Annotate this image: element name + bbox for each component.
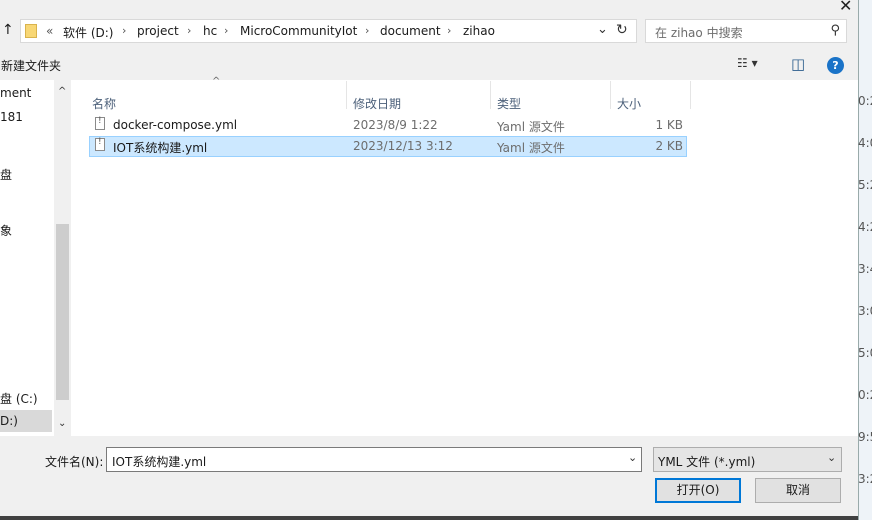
- folder-icon: [25, 24, 37, 38]
- background-time: 0:2: [858, 94, 872, 108]
- breadcrumb-zihao[interactable]: zihao: [463, 24, 495, 38]
- background-time: 4:2: [858, 220, 872, 234]
- breadcrumb-microcommunityiot[interactable]: MicroCommunityIot: [240, 24, 357, 38]
- filetype-value: YML 文件 (*.yml): [658, 455, 756, 469]
- breadcrumb-separator[interactable]: ›: [365, 24, 369, 37]
- nav-item-objects[interactable]: 象: [0, 222, 12, 239]
- background-time: 4:0: [858, 136, 872, 150]
- overflow-chevron-icon[interactable]: «: [46, 24, 53, 38]
- open-button[interactable]: 打开(O): [655, 478, 741, 503]
- file-size: 1 KB: [655, 118, 683, 132]
- breadcrumb-hc[interactable]: hc: [203, 24, 217, 38]
- file-modified: 2023/8/9 1:22: [353, 118, 438, 132]
- file-name: IOT系统构建.yml: [113, 141, 208, 155]
- filetype-dropdown-icon[interactable]: ⌄: [827, 451, 836, 464]
- column-divider[interactable]: [346, 81, 347, 109]
- nav-item-documents[interactable]: ment: [0, 86, 31, 100]
- preview-pane-icon[interactable]: ◫: [791, 55, 805, 73]
- file-open-dialog: ✕ ↑ « 软件 (D:) › project › hc › MicroComm…: [0, 0, 858, 516]
- new-folder-button[interactable]: 新建文件夹: [1, 57, 61, 74]
- nav-item-drive-c[interactable]: 盘 (C:): [0, 390, 38, 407]
- yaml-file-icon: [95, 116, 105, 130]
- background-time: 9:5: [858, 430, 872, 444]
- breadcrumb-document[interactable]: document: [380, 24, 441, 38]
- view-options-icon[interactable]: ☷ ▾: [737, 56, 758, 70]
- filename-value: IOT系统构建.yml: [112, 455, 207, 469]
- column-divider[interactable]: [490, 81, 491, 109]
- background-time: 5:2: [858, 178, 872, 192]
- breadcrumb-separator[interactable]: ›: [447, 24, 451, 37]
- column-header-size[interactable]: 大小: [617, 95, 641, 112]
- filename-label: 文件名(N):: [45, 455, 104, 469]
- background-window-edge: 0:2 4:0 5:2 4:2 3:4 3:0 5:0 0:2 9:5 3:2: [858, 0, 872, 520]
- cancel-button[interactable]: 取消: [755, 478, 841, 503]
- breadcrumb-separator[interactable]: ›: [122, 24, 126, 37]
- nav-item-disk[interactable]: 盘: [0, 166, 12, 183]
- column-divider[interactable]: [690, 81, 691, 109]
- search-icon[interactable]: ⚲: [830, 23, 840, 38]
- address-dropdown-icon[interactable]: ⌄: [597, 22, 608, 37]
- filetype-select[interactable]: YML 文件 (*.yml) ⌄: [653, 447, 842, 472]
- background-time: 3:0: [858, 304, 872, 318]
- file-type: Yaml 源文件: [497, 120, 565, 134]
- background-time: 5:0: [858, 346, 872, 360]
- up-arrow-icon[interactable]: ↑: [2, 22, 14, 38]
- file-type: Yaml 源文件: [497, 141, 565, 155]
- search-box[interactable]: 在 zihao 中搜索 ⚲: [645, 19, 847, 43]
- close-icon[interactable]: ✕: [839, 0, 852, 15]
- filename-history-dropdown-icon[interactable]: ⌄: [628, 451, 637, 464]
- filename-input[interactable]: IOT系统构建.yml ⌄: [106, 447, 642, 472]
- breadcrumb-drive[interactable]: 软件 (D:): [63, 24, 113, 41]
- column-divider[interactable]: [610, 81, 611, 109]
- nav-scrollbar-thumb[interactable]: [56, 224, 69, 400]
- background-time: 3:2: [858, 472, 872, 486]
- refresh-icon[interactable]: ↻: [616, 22, 628, 38]
- scroll-up-icon[interactable]: ^: [58, 86, 66, 97]
- nav-item-drive-d[interactable]: D:): [0, 410, 52, 432]
- help-icon[interactable]: ?: [827, 57, 844, 74]
- sort-ascending-icon: ^: [212, 76, 221, 87]
- yaml-file-icon: [95, 137, 105, 151]
- breadcrumb-project[interactable]: project: [137, 24, 179, 38]
- background-time: 0:2: [858, 388, 872, 402]
- file-row[interactable]: docker-compose.yml 2023/8/9 1:22 Yaml 源文…: [89, 115, 687, 136]
- file-row-selected[interactable]: IOT系统构建.yml 2023/12/13 3:12 Yaml 源文件 2 K…: [89, 136, 687, 157]
- search-placeholder: 在 zihao 中搜索: [655, 26, 743, 40]
- column-header-name[interactable]: 名称: [92, 95, 116, 112]
- column-header-modified[interactable]: 修改日期: [353, 95, 401, 112]
- background-time: 3:4: [858, 262, 872, 276]
- breadcrumb-separator[interactable]: ›: [187, 24, 191, 37]
- window-bottom-border: [0, 516, 858, 520]
- file-modified: 2023/12/13 3:12: [353, 139, 453, 153]
- file-size: 2 KB: [655, 139, 683, 153]
- breadcrumb-separator[interactable]: ›: [224, 24, 228, 37]
- nav-item-181[interactable]: 181: [0, 110, 23, 124]
- address-bar[interactable]: « 软件 (D:) › project › hc › MicroCommunit…: [20, 19, 637, 43]
- file-name: docker-compose.yml: [113, 118, 238, 132]
- column-header-type[interactable]: 类型: [497, 95, 521, 112]
- scroll-down-icon[interactable]: ⌄: [58, 418, 66, 429]
